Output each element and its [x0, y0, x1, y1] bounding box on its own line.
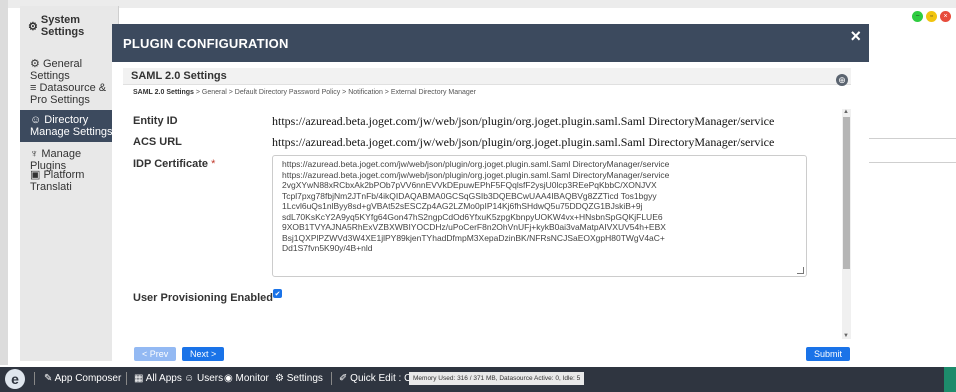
monitor-icon: ◉: [224, 373, 233, 384]
taskbar: e ✎ App Composer ▦ All Apps ☺ Users ◉ Mo…: [0, 367, 956, 392]
taskbar-divider: [34, 372, 35, 385]
scroll-up-icon[interactable]: ▲: [843, 109, 849, 115]
sidebar-item-label: Datasource & Pro Settings: [30, 82, 107, 106]
modal-footer: < Prev Next > Submit: [112, 342, 869, 367]
certificate-line: sdL70KsKcY2A9yq5KYfg64Gon47hS2ngpCdOd6Yf…: [282, 211, 663, 222]
close-icon[interactable]: ×: [850, 26, 861, 47]
taskbar-monitor[interactable]: ◉ Monitor: [224, 373, 269, 384]
submit-button[interactable]: Submit: [806, 347, 851, 361]
modal-header: PLUGIN CONFIGURATION ×: [112, 24, 869, 62]
database-icon: ≡: [30, 82, 37, 94]
certificate-line: Tcpl7pxg78fbjNm2JTnFb/4ikQIDAQABMA0GCSqG…: [282, 190, 657, 201]
maximize-window-icon[interactable]: ▫: [926, 11, 937, 22]
minimize-window-icon[interactable]: −: [912, 11, 923, 22]
next-button[interactable]: Next >: [182, 347, 225, 361]
taskbar-label: Users: [197, 373, 224, 384]
taskbar-settings[interactable]: ⚙ Settings: [275, 373, 323, 384]
acs-url-label: ACS URL: [133, 136, 182, 148]
memory-status: Memory Used: 316 / 371 MB, Datasource Ac…: [409, 372, 585, 385]
required-mark: *: [211, 158, 216, 170]
scroll-down-icon[interactable]: ▼: [843, 333, 849, 339]
background-left-strip: [0, 0, 8, 365]
certificate-line: Dd1S7fvn5K90y/4B+nld: [282, 243, 373, 253]
gear-icon: ⚙: [30, 58, 40, 70]
taskbar-label: Quick Edit : On: [350, 373, 418, 384]
taskbar-corner-icon[interactable]: [944, 367, 956, 392]
settings-sidebar: ⚙ System Settings ⚙ General Settings ≡ D…: [20, 6, 119, 361]
background-top-bar: [0, 0, 956, 8]
taskbar-all-apps[interactable]: ▦ All Apps: [134, 373, 182, 384]
taskbar-users[interactable]: ☺ Users: [184, 373, 223, 384]
sidebar-item-translation[interactable]: ▣ Platform Translati: [20, 169, 118, 193]
modal-body: SAML 2.0 Settings ⊕ SAML 2.0 Settings > …: [112, 62, 869, 367]
certificate-line: Bsj1QXPlPZWVd3W4XE1jlPY89kjenTYhadDfmpM3…: [282, 232, 665, 243]
sidebar-item-directory[interactable]: ☺ Directory Manage Settings: [20, 110, 118, 142]
scrollbar-thumb[interactable]: [843, 117, 850, 269]
plug-icon: ♆: [30, 148, 39, 160]
breadcrumb-rest[interactable]: > General > Default Directory Password P…: [194, 89, 476, 96]
sidebar-title: ⚙ System Settings: [20, 6, 118, 46]
user-provisioning-label: User Provisioning Enabled: [133, 292, 273, 304]
entity-id-value: https://azuread.beta.joget.com/jw/web/js…: [272, 114, 775, 128]
modal-scrollbar[interactable]: ▲ ▼: [842, 109, 851, 339]
certificate-line: 1Lcvl6uQs1nlByy8sd+gVBAt52sESCZp4AG2LZMo…: [282, 201, 643, 211]
certificate-line: 9XOB1TVYAJNA5RhExVZBXWBIYOCDHz/uPoCerF8n…: [282, 222, 666, 232]
sidebar-item-label: Directory Manage Settings: [30, 114, 113, 138]
background-divider: [865, 162, 956, 163]
idp-certificate-label-text: IDP Certificate: [133, 158, 208, 170]
breadcrumb-current: SAML 2.0 Settings: [133, 89, 194, 96]
modal-title: PLUGIN CONFIGURATION: [123, 36, 289, 51]
idp-certificate-label: IDP Certificate *: [133, 158, 215, 170]
prev-button[interactable]: < Prev: [134, 347, 177, 361]
entity-id-label: Entity ID: [133, 115, 178, 127]
joget-logo-icon[interactable]: e: [5, 369, 25, 389]
users-icon: ☺: [184, 373, 195, 384]
sidebar-item-datasource[interactable]: ≡ Datasource & Pro Settings: [20, 82, 118, 106]
certificate-line: https://azuread.beta.joget.com/jw/web/js…: [282, 159, 670, 169]
taskbar-quick-edit[interactable]: ✐ Quick Edit : On: [339, 373, 417, 384]
certificate-line: 2vgXYwN88xRCbxAk2bPOb7pVV6nnEVVkDEpuwEPh…: [282, 180, 657, 190]
gears-icon: ⚙: [28, 20, 38, 33]
sidebar-title-label: System Settings: [40, 14, 85, 38]
sidebar-item-general[interactable]: ⚙ General Settings: [20, 58, 118, 82]
section-header: SAML 2.0 Settings: [123, 68, 851, 85]
taskbar-label: Settings: [286, 373, 323, 384]
acs-url-value: https://azuread.beta.joget.com/jw/web/js…: [272, 135, 775, 149]
close-window-icon[interactable]: ×: [940, 11, 951, 22]
gears-icon: ⚙: [275, 373, 284, 384]
idp-certificate-textarea[interactable]: https://azuread.beta.joget.com/jw/web/js…: [272, 155, 807, 277]
taskbar-label: App Composer: [54, 373, 122, 384]
section-title: SAML 2.0 Settings: [131, 70, 227, 82]
edit-icon: ✎: [44, 373, 53, 384]
resize-handle-icon[interactable]: [797, 267, 804, 274]
taskbar-label: Monitor: [235, 373, 269, 384]
taskbar-divider: [331, 372, 332, 385]
certificate-line: https://azuread.beta.joget.com/jw/web/js…: [282, 169, 670, 180]
user-provisioning-checkbox[interactable]: ✔: [273, 289, 282, 298]
background-divider: [865, 138, 956, 139]
taskbar-divider: [126, 372, 127, 385]
users-icon: ☺: [30, 114, 42, 126]
taskbar-app-composer[interactable]: ✎ App Composer: [44, 373, 121, 384]
language-icon: ▣: [30, 169, 41, 181]
grid-icon: ▦: [134, 373, 144, 384]
taskbar-label: All Apps: [145, 373, 182, 384]
breadcrumb: SAML 2.0 Settings > General > Default Di…: [133, 89, 476, 96]
plugin-settings-icon[interactable]: ⊕: [836, 74, 848, 86]
pencil-icon: ✐: [339, 373, 348, 384]
